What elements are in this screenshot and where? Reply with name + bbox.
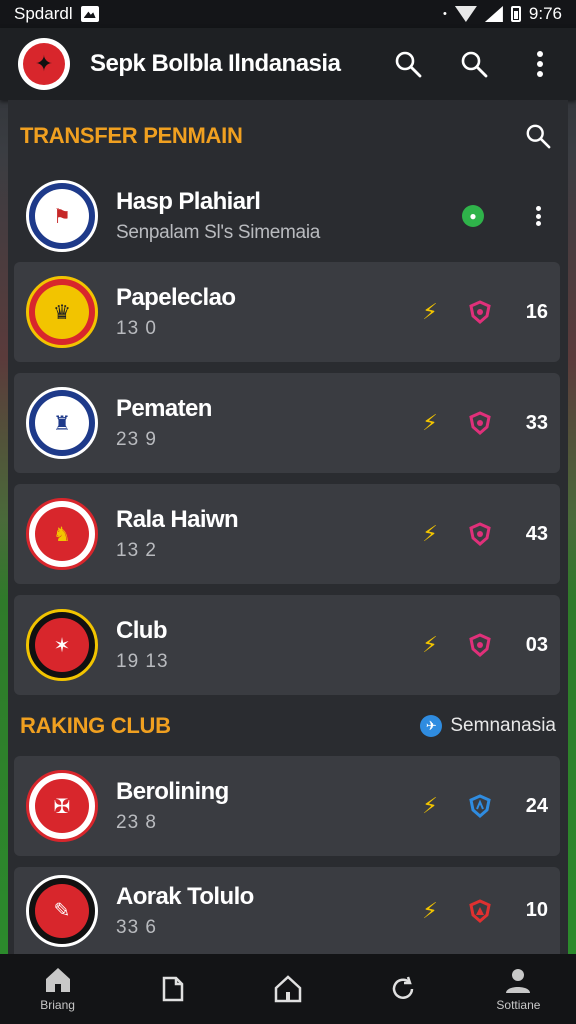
nav-refresh[interactable]: [346, 975, 461, 1003]
featured-player-name: Hasp Plahiarl: [116, 188, 261, 215]
list-item[interactable]: ♞ Rala Haiwn 13 2 ⚡ 43: [14, 484, 560, 584]
eagle-icon: ✦: [23, 43, 65, 85]
nav-home-outline[interactable]: [230, 975, 345, 1003]
club-count: 03: [525, 633, 548, 656]
bolt-icon: ⚡: [422, 299, 438, 324]
nav-profile[interactable]: Sottiane: [461, 966, 576, 1012]
bolt-icon: ⚡: [422, 793, 438, 818]
transfer-title: TRANSFER PENMAIN: [20, 123, 243, 148]
club-crest-icon: ✎: [26, 874, 98, 947]
overflow-menu-button[interactable]: [522, 46, 558, 82]
club-name: Berolining: [116, 778, 229, 805]
home-filled-icon: [45, 968, 70, 992]
clock: 9:76: [528, 4, 562, 23]
pink-shield-icon: [466, 298, 494, 326]
gallery-icon: [80, 6, 99, 22]
compass-icon: ✈: [420, 715, 443, 737]
transfer-section-header: TRANSFER PENMAIN: [8, 106, 568, 166]
status-online-icon: ●: [462, 205, 484, 227]
notification-dot-icon: •: [443, 8, 447, 20]
list-item[interactable]: ♛ Papeleclao 13 0 ⚡ 16: [14, 262, 560, 362]
app-title: Sepk Bolbla Ilndanasia: [90, 50, 341, 77]
bolt-icon: ⚡: [422, 897, 438, 923]
club-crest-icon: ♜: [26, 387, 98, 459]
ranking-title: RAKING CLUB: [20, 713, 171, 738]
club-name: Club: [116, 617, 168, 644]
club-crest-icon: ⚑: [26, 180, 98, 252]
club-count: 16: [525, 300, 548, 323]
bolt-icon: ⚡: [422, 632, 438, 657]
search-button[interactable]: [390, 46, 426, 82]
pink-shield-icon: [466, 631, 494, 659]
more-vertical-icon: [537, 51, 543, 77]
club-crest-icon: ✶: [26, 609, 98, 681]
document-icon: [162, 976, 184, 1002]
club-name: Aorak Tolulo: [116, 882, 254, 910]
club-crest-icon: ♞: [26, 498, 98, 570]
bolt-icon: ⚡: [422, 521, 438, 546]
ranking-filter-label: Semnanasia: [450, 715, 556, 736]
battery-icon: [510, 6, 521, 22]
club-crest-icon: ✠: [26, 770, 98, 842]
refresh-icon: [393, 976, 414, 999]
nav-profile-label: Sottiane: [496, 998, 541, 1012]
search-icon: [526, 124, 551, 149]
search-icon: [461, 51, 488, 78]
club-name: Rala Haiwn: [116, 506, 239, 533]
featured-player-row[interactable]: ⚑ Hasp Plahiarl Senpalam Sl's Simemaia ●: [14, 166, 560, 266]
nav-home-label: Briang: [40, 998, 75, 1012]
carrier-label: Spdardl: [14, 4, 73, 23]
featured-player-sub: Senpalam Sl's Simemaia: [116, 222, 321, 243]
club-name: Pematen: [116, 395, 212, 422]
nav-news[interactable]: [115, 975, 230, 1003]
pink-shield-icon: [466, 520, 494, 548]
more-vertical-icon[interactable]: [528, 204, 548, 228]
club-count: 43: [525, 522, 548, 545]
club-name: Papeleclao: [116, 284, 236, 311]
wifi-icon: [454, 6, 477, 22]
pink-shield-icon: [466, 409, 494, 437]
club-stat: 13 0: [116, 318, 157, 339]
status-bar: Spdardl • 9:76: [0, 0, 576, 28]
content-panel: TRANSFER PENMAIN ⚑ Hasp Plahiarl Senpala…: [8, 100, 568, 954]
list-item[interactable]: ✎ Aorak Tolulo 33 6 ⚡ 10: [14, 867, 560, 954]
club-stat: 23 8: [116, 812, 157, 833]
club-count: 24: [525, 794, 548, 817]
blue-shield-icon: [466, 792, 494, 820]
search-icon: [395, 51, 422, 78]
list-item[interactable]: ✠ Berolining 23 8 ⚡ 24: [14, 756, 560, 856]
club-stat: 13 2: [116, 540, 157, 561]
club-stat: 23 9: [116, 429, 157, 450]
red-shield-icon: [466, 897, 494, 925]
club-stat: 19 13: [116, 651, 169, 672]
club-count: 33: [525, 411, 548, 434]
club-count: 10: [525, 899, 548, 921]
app-logo[interactable]: ✦: [18, 38, 70, 90]
transfer-search-button[interactable]: [520, 118, 556, 154]
bottom-navigation: Briang Sottiane: [0, 954, 576, 1024]
home-outline-icon: [274, 975, 302, 1003]
nav-home[interactable]: Briang: [0, 966, 115, 1012]
bolt-icon: ⚡: [422, 410, 438, 435]
ranking-filter[interactable]: ✈ Semnanasia: [420, 715, 556, 737]
club-crest-icon: ♛: [26, 276, 98, 348]
ranking-section-header: RAKING CLUB ✈ Semnanasia: [8, 696, 568, 756]
list-item[interactable]: ♜ Pematen 23 9 ⚡ 33: [14, 373, 560, 473]
list-item[interactable]: ✶ Club 19 13 ⚡ 03: [14, 595, 560, 695]
profile-icon: [506, 969, 531, 993]
club-stat: 33 6: [116, 916, 157, 938]
app-bar: ✦ Sepk Bolbla Ilndanasia: [0, 28, 576, 100]
search-button-secondary[interactable]: [456, 46, 492, 82]
signal-icon: [484, 6, 503, 22]
